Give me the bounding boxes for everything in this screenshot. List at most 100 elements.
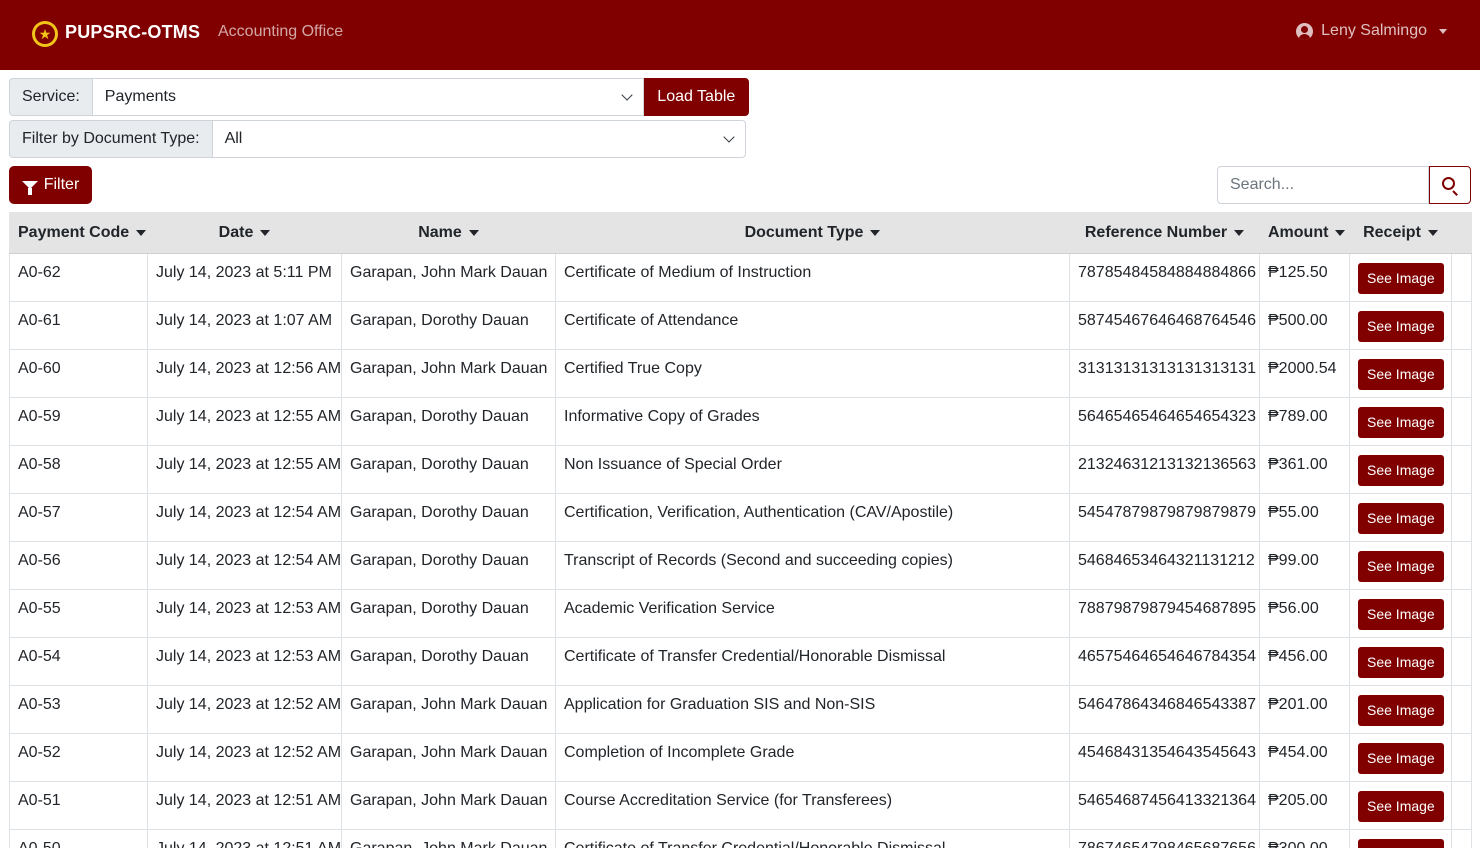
receipt-cell: See Image — [1349, 541, 1452, 590]
see-image-button[interactable]: See Image — [1358, 647, 1444, 678]
spacer-cell — [1451, 493, 1472, 542]
chevron-down-icon — [621, 89, 633, 101]
reference-number-cell: 56465465464654654323 — [1069, 397, 1260, 446]
table-row: A0-51 July 14, 2023 at 12:51 AM Garapan, J… — [9, 781, 1472, 830]
document-type-cell: Certification, Verification, Authenticat… — [555, 493, 1070, 542]
see-image-button[interactable]: See Image — [1358, 743, 1444, 774]
see-image-button[interactable]: See Image — [1358, 455, 1444, 486]
document-type-cell: Informative Copy of Grades — [555, 397, 1070, 446]
document-type-cell: Certificate of Transfer Credential/Honor… — [555, 637, 1070, 686]
reference-number-cell: 58745467646468764546 — [1069, 301, 1260, 350]
column-header-amount[interactable]: Amount — [1259, 212, 1350, 254]
chevron-down-icon — [722, 131, 735, 143]
amount-cell: ₱2000.54 — [1259, 349, 1350, 398]
spacer-cell — [1451, 541, 1472, 590]
sort-caret-icon — [870, 230, 881, 236]
name-cell: Garapan, Dorothy Dauan — [341, 301, 556, 350]
spacer-cell — [1451, 637, 1472, 686]
top-navbar: ★ PUPSRC-OTMS Accounting Office Leny Sal… — [0, 0, 1480, 70]
sort-caret-icon — [468, 230, 479, 236]
see-image-button[interactable]: See Image — [1358, 311, 1444, 342]
document-type-cell: Non Issuance of Special Order — [555, 445, 1070, 494]
payment-code-cell: A0-55 — [9, 589, 148, 638]
date-cell: July 14, 2023 at 12:54 AM — [147, 541, 342, 590]
spacer-cell — [1451, 445, 1472, 494]
doctype-select[interactable]: All — [211, 120, 746, 158]
table-row: A0-56 July 14, 2023 at 12:54 AM Garapan, D… — [9, 541, 1472, 590]
payment-code-cell: A0-54 — [9, 637, 148, 686]
date-cell: July 14, 2023 at 12:52 AM — [147, 685, 342, 734]
column-header-payment-code[interactable]: Payment Code — [9, 212, 148, 254]
brand-name[interactable]: PUPSRC-OTMS — [65, 22, 200, 43]
table-header-row: Payment Code Date Name Document Type Ref… — [9, 212, 1472, 254]
see-image-button[interactable]: See Image — [1358, 359, 1444, 390]
payments-table: Payment Code Date Name Document Type Ref… — [9, 212, 1472, 848]
search-icon — [1442, 177, 1455, 190]
table-row: A0-55 July 14, 2023 at 12:53 AM Garapan, D… — [9, 589, 1472, 638]
payment-code-cell: A0-58 — [9, 445, 148, 494]
sort-caret-icon — [1234, 230, 1245, 236]
column-header-document-type[interactable]: Document Type — [555, 212, 1070, 254]
table-row: A0-52 July 14, 2023 at 12:52 AM Garapan, J… — [9, 733, 1472, 782]
date-cell: July 14, 2023 at 12:51 AM — [147, 781, 342, 830]
see-image-button[interactable]: See Image — [1358, 695, 1444, 726]
amount-cell: ₱500.00 — [1259, 301, 1350, 350]
amount-cell: ₱454.00 — [1259, 733, 1350, 782]
receipt-cell: See Image — [1349, 445, 1452, 494]
payments-table-container: Payment Code Date Name Document Type Ref… — [9, 212, 1472, 848]
filter-button[interactable]: Filter — [9, 166, 92, 204]
see-image-button[interactable]: See Image — [1358, 503, 1444, 534]
date-cell: July 14, 2023 at 12:51 AM — [147, 829, 342, 848]
table-row: A0-50July 14, 2023 at 12:51 AMGarapan, J… — [9, 829, 1472, 848]
reference-number-cell: 78674654798465687656 — [1069, 829, 1260, 848]
load-table-button[interactable]: Load Table — [643, 78, 749, 116]
name-cell: Garapan, Dorothy Dauan — [341, 397, 556, 446]
sort-caret-icon — [136, 230, 147, 236]
see-image-button[interactable]: See Image — [1358, 791, 1444, 822]
service-select[interactable]: Payments — [91, 78, 644, 116]
payment-code-cell: A0-57 — [9, 493, 148, 542]
receipt-cell: See Image — [1349, 349, 1452, 398]
payment-code-cell: A0-52 — [9, 733, 148, 782]
column-header-name[interactable]: Name — [341, 212, 556, 254]
spacer-cell — [1451, 781, 1472, 830]
see-image-button[interactable]: See Image — [1358, 599, 1444, 630]
amount-cell: ₱125.50 — [1259, 253, 1350, 302]
table-row: A0-61 July 14, 2023 at 1:07 AM Garapan, Do… — [9, 301, 1472, 350]
document-type-cell: Application for Graduation SIS and Non-S… — [555, 685, 1070, 734]
reference-number-cell: 54647864346846543387 — [1069, 685, 1260, 734]
table-row: A0-53 July 14, 2023 at 12:52 AM Garapan, J… — [9, 685, 1472, 734]
spacer-cell — [1451, 733, 1472, 782]
spacer-cell — [1451, 349, 1472, 398]
see-image-button[interactable]: See Image — [1358, 263, 1444, 294]
user-circle-icon — [1296, 22, 1314, 40]
column-header-date[interactable]: Date — [147, 212, 342, 254]
search-input[interactable] — [1217, 166, 1429, 204]
amount-cell: ₱56.00 — [1259, 589, 1350, 638]
table-row: A0-58 July 14, 2023 at 12:55 AM Garapan, D… — [9, 445, 1472, 494]
table-row: A0-57 July 14, 2023 at 12:54 AM Garapan, D… — [9, 493, 1472, 542]
see-image-button[interactable]: See Image — [1358, 839, 1444, 848]
spacer-cell — [1451, 301, 1472, 350]
service-label: Service: — [9, 78, 92, 116]
reference-number-cell: 54547879879879879879 — [1069, 493, 1260, 542]
table-row: A0-54 July 14, 2023 at 12:53 AM Garapan, D… — [9, 637, 1472, 686]
payment-code-cell: A0-61 — [9, 301, 148, 350]
search-button[interactable] — [1429, 166, 1471, 204]
amount-cell: ₱99.00 — [1259, 541, 1350, 590]
reference-number-cell: 54684653464321131212 — [1069, 541, 1260, 590]
amount-cell: ₱201.00 — [1259, 685, 1350, 734]
see-image-button[interactable]: See Image — [1358, 407, 1444, 438]
sort-caret-icon — [1335, 230, 1346, 236]
see-image-button[interactable]: See Image — [1358, 551, 1444, 582]
amount-cell: ₱789.00 — [1259, 397, 1350, 446]
column-header-receipt[interactable]: Receipt — [1349, 212, 1452, 254]
payment-code-cell: A0-60 — [9, 349, 148, 398]
service-input-group: Service: Payments Load Table — [9, 78, 749, 116]
service-select-value: Payments — [104, 88, 176, 105]
receipt-cell: See Image — [1349, 685, 1452, 734]
user-menu-dropdown[interactable]: Leny Salmingo — [1296, 22, 1447, 40]
table-body: A0-62 July 14, 2023 at 5:11 PM Garapan, Jo… — [9, 253, 1472, 848]
column-header-reference-number[interactable]: Reference Number — [1069, 212, 1260, 254]
university-seal-icon[interactable]: ★ — [32, 21, 58, 47]
